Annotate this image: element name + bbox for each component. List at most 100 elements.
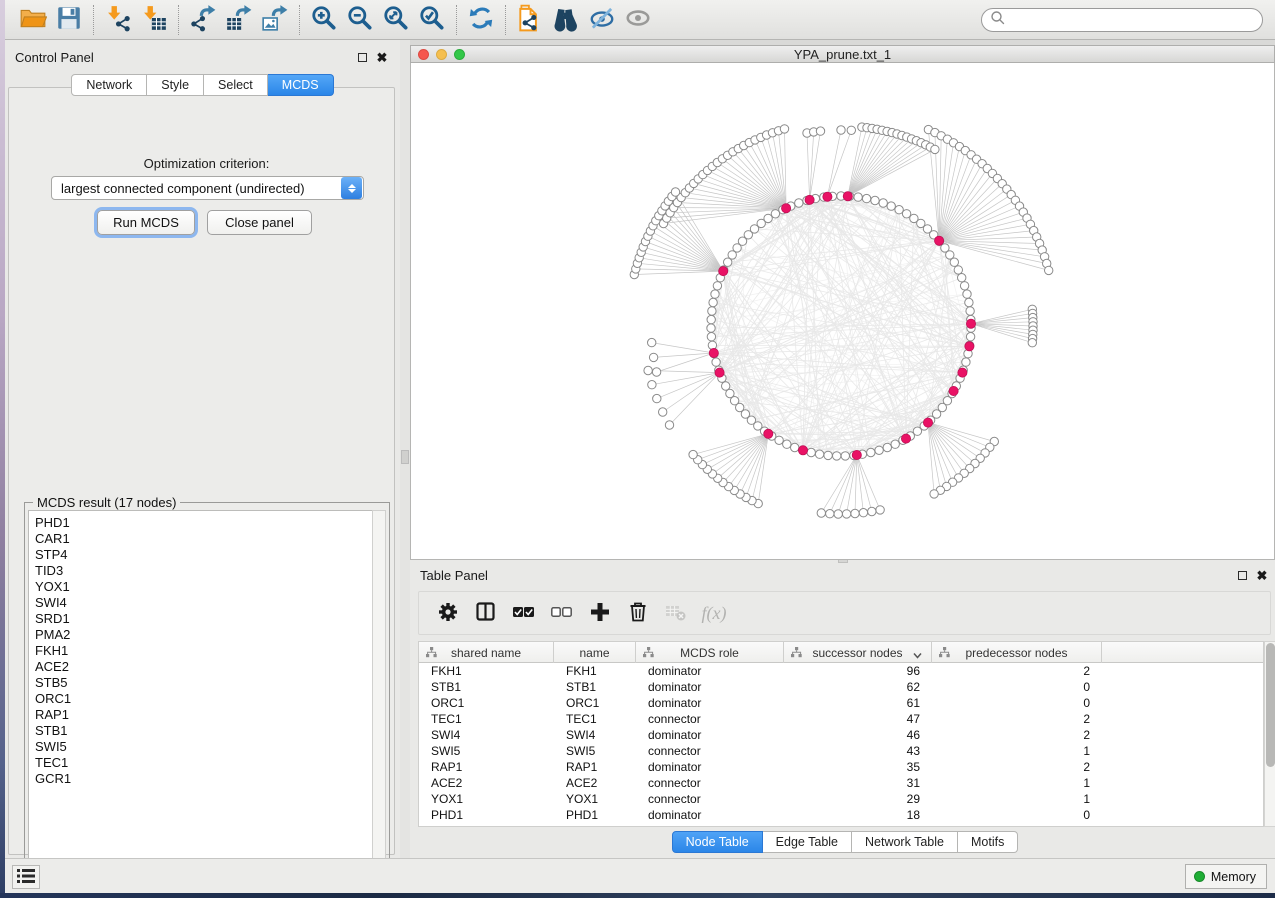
table-row[interactable]: SWI4SWI4dominator462 <box>419 727 1263 743</box>
cytoscape-app-window: Control Panel ✖ NetworkStyleSelectMCDS O… <box>5 0 1275 893</box>
table-row[interactable]: ACE2ACE2connector311 <box>419 775 1263 791</box>
result-node-item[interactable]: STB1 <box>35 723 373 739</box>
result-node-item[interactable]: PMA2 <box>35 627 373 643</box>
table-cell: ACE2 <box>419 775 554 791</box>
splitter-handle[interactable] <box>401 450 409 464</box>
column-header-name[interactable]: name <box>554 642 636 663</box>
search-box[interactable] <box>981 8 1263 32</box>
tab-network[interactable]: Network <box>71 74 147 96</box>
result-node-item[interactable]: ACE2 <box>35 659 373 675</box>
hide-selected-button[interactable] <box>584 3 620 37</box>
zoom-fit-button[interactable] <box>378 3 414 37</box>
gear-icon <box>436 600 460 627</box>
result-node-item[interactable]: PHD1 <box>35 515 373 531</box>
tab-mcds[interactable]: MCDS <box>268 74 334 96</box>
table-row[interactable]: YOX1YOX1connector291 <box>419 791 1263 807</box>
show-all-button[interactable] <box>620 3 656 37</box>
mcds-result-scrollbar[interactable] <box>372 510 386 870</box>
column-header-shared-name[interactable]: shared name <box>419 642 554 663</box>
close-panel-icon[interactable]: ✖ <box>374 53 390 62</box>
result-node-item[interactable]: GCR1 <box>35 771 373 787</box>
zoom-in-icon <box>310 4 338 35</box>
search-input[interactable] <box>1006 11 1262 29</box>
network-canvas[interactable] <box>410 63 1275 560</box>
column-header-successor-nodes[interactable]: successor nodes <box>784 642 932 663</box>
show-all-icon <box>624 4 652 35</box>
deselect-all-checkboxes-button[interactable] <box>543 595 581 631</box>
save-session-button[interactable] <box>51 3 87 37</box>
column-header-MCDS-role[interactable]: MCDS role <box>636 642 784 663</box>
export-table-button[interactable] <box>221 3 257 37</box>
import-table-icon <box>140 4 168 35</box>
new-network-from-selection-button[interactable] <box>512 3 548 37</box>
result-node-item[interactable]: SWI5 <box>35 739 373 755</box>
find-button[interactable] <box>548 3 584 37</box>
result-node-item[interactable]: CAR1 <box>35 531 373 547</box>
tab-edge-table[interactable]: Edge Table <box>763 831 852 853</box>
result-node-item[interactable]: RAP1 <box>35 707 373 723</box>
import-table-button[interactable] <box>136 3 172 37</box>
column-label: MCDS role <box>680 646 739 660</box>
table-row[interactable]: TEC1TEC1connector472 <box>419 711 1263 727</box>
table-cell: connector <box>636 775 784 791</box>
result-node-item[interactable]: TID3 <box>35 563 373 579</box>
criterion-select[interactable]: largest connected component (undirected) <box>51 176 364 200</box>
table-scrollbar[interactable] <box>1264 641 1275 827</box>
shared-column-icon <box>426 647 437 661</box>
import-network-button[interactable] <box>100 3 136 37</box>
tab-select[interactable]: Select <box>204 74 268 96</box>
export-image-button[interactable] <box>257 3 293 37</box>
column-header-predecessor-nodes[interactable]: predecessor nodes <box>932 642 1102 663</box>
table-cell: connector <box>636 711 784 727</box>
tab-motifs[interactable]: Motifs <box>958 831 1018 853</box>
zoom-in-button[interactable] <box>306 3 342 37</box>
add-row-icon <box>588 600 612 627</box>
table-cell: YOX1 <box>554 791 636 807</box>
table-scrollbar-thumb[interactable] <box>1266 643 1275 767</box>
tab-style[interactable]: Style <box>147 74 204 96</box>
column-selector-button[interactable] <box>467 595 505 631</box>
zoom-out-button[interactable] <box>342 3 378 37</box>
memory-button[interactable]: Memory <box>1185 864 1267 889</box>
result-node-item[interactable]: SRD1 <box>35 611 373 627</box>
select-all-checkboxes-button[interactable] <box>505 595 543 631</box>
export-network-button[interactable] <box>185 3 221 37</box>
close-table-panel-icon[interactable]: ✖ <box>1254 571 1270 580</box>
tab-network-table[interactable]: Network Table <box>852 831 958 853</box>
result-node-item[interactable]: ORC1 <box>35 691 373 707</box>
table-cell: 2 <box>932 727 1102 743</box>
run-mcds-button[interactable]: Run MCDS <box>97 210 195 235</box>
network-window-titlebar[interactable]: YPA_prune.txt_1 <box>410 45 1275 63</box>
new-network-from-selection-icon <box>516 4 544 35</box>
table-row[interactable]: PHD1PHD1dominator180 <box>419 807 1263 823</box>
result-node-item[interactable]: SWI4 <box>35 595 373 611</box>
float-panel-icon[interactable] <box>354 53 370 62</box>
result-node-item[interactable]: STP4 <box>35 547 373 563</box>
table-cell: 2 <box>932 759 1102 775</box>
delete-row-icon <box>626 600 650 627</box>
result-node-item[interactable]: FKH1 <box>35 643 373 659</box>
status-bar: Memory <box>5 858 1275 893</box>
refresh-view-button[interactable] <box>463 3 499 37</box>
vertical-splitter[interactable] <box>400 40 410 858</box>
float-table-panel-icon[interactable] <box>1234 571 1250 580</box>
add-row-button[interactable] <box>581 595 619 631</box>
result-node-item[interactable]: YOX1 <box>35 579 373 595</box>
table-row[interactable]: FKH1FKH1dominator962 <box>419 663 1263 679</box>
table-row[interactable]: ORC1ORC1dominator610 <box>419 695 1263 711</box>
table-row[interactable]: RAP1RAP1dominator352 <box>419 759 1263 775</box>
result-node-item[interactable]: TEC1 <box>35 755 373 771</box>
tab-node-table[interactable]: Node Table <box>672 831 763 853</box>
mcds-result-list[interactable]: PHD1CAR1STP4TID3YOX1SWI4SRD1PMA2FKH1ACE2… <box>28 510 374 870</box>
result-node-item[interactable]: STB5 <box>35 675 373 691</box>
gear-button[interactable] <box>429 595 467 631</box>
close-panel-button[interactable]: Close panel <box>207 210 312 235</box>
table-row[interactable]: SWI5SWI5connector431 <box>419 743 1263 759</box>
zoom-selected-button[interactable] <box>414 3 450 37</box>
table-row[interactable]: STB1STB1dominator620 <box>419 679 1263 695</box>
task-history-button[interactable] <box>12 865 40 889</box>
open-session-button[interactable] <box>15 3 51 37</box>
delete-row-button[interactable] <box>619 595 657 631</box>
table-panel-titlebar: Table Panel ✖ <box>410 563 1275 587</box>
table-cell: SWI4 <box>419 727 554 743</box>
